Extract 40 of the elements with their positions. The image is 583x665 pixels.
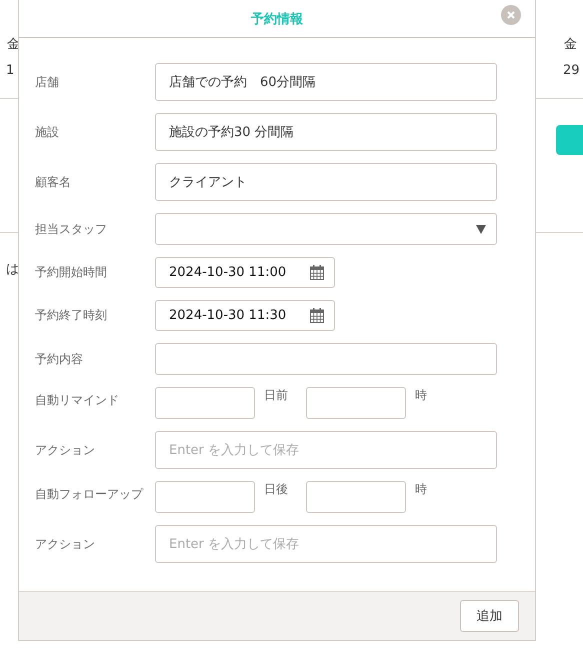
datetime-field[interactable]: 2024-10-30 11:00 (155, 257, 335, 288)
weekday-label: 金 (564, 36, 577, 53)
field-label: 施設 (35, 124, 60, 140)
add-button[interactable]: 追加 (460, 600, 519, 632)
text-field[interactable] (155, 343, 497, 375)
unit-label: 日後 (264, 481, 288, 498)
unit-label: 時 (415, 481, 427, 498)
close-icon (507, 11, 515, 19)
unit-label: 時 (415, 387, 427, 404)
date-label: 29 (563, 63, 580, 78)
field-label: 予約開始時間 (35, 264, 108, 281)
text-field[interactable]: クライアント (155, 163, 497, 201)
staff-dropdown[interactable] (155, 213, 497, 245)
note-text: は (6, 261, 19, 278)
dialog-title: 予約情報 (251, 10, 303, 28)
field-label: 予約内容 (35, 350, 84, 368)
number-field[interactable] (306, 387, 406, 419)
field-label: 店舗 (35, 74, 60, 90)
number-field[interactable] (155, 387, 255, 419)
weekday-label: 金 (7, 36, 20, 53)
field-label: 予約終了時刻 (35, 307, 108, 324)
field-label: アクション (35, 442, 96, 458)
text-field[interactable]: 施設の予約30 分間隔 (155, 113, 497, 151)
unit-label: 日前 (264, 387, 288, 404)
field-label: 自動フォローアップ (35, 486, 144, 503)
field-label: 担当スタッフ (35, 220, 108, 238)
calendar-icon (310, 308, 324, 323)
number-field[interactable] (155, 481, 255, 513)
datetime-value: 2024-10-30 11:00 (169, 265, 286, 280)
datetime-field[interactable]: 2024-10-30 11:30 (155, 300, 335, 331)
number-field[interactable] (306, 481, 406, 513)
field-label: 自動リマインド (35, 392, 120, 409)
datetime-value: 2024-10-30 11:30 (169, 308, 286, 323)
field-label: アクション (35, 536, 96, 552)
dropdown-caret-icon (476, 224, 486, 234)
close-button[interactable] (501, 5, 521, 25)
field-label: 顧客名 (35, 174, 72, 190)
text-field[interactable]: 店舗での予約 60分間隔 (155, 63, 497, 101)
calendar-icon (310, 265, 324, 280)
date-label: 1 (6, 63, 14, 78)
